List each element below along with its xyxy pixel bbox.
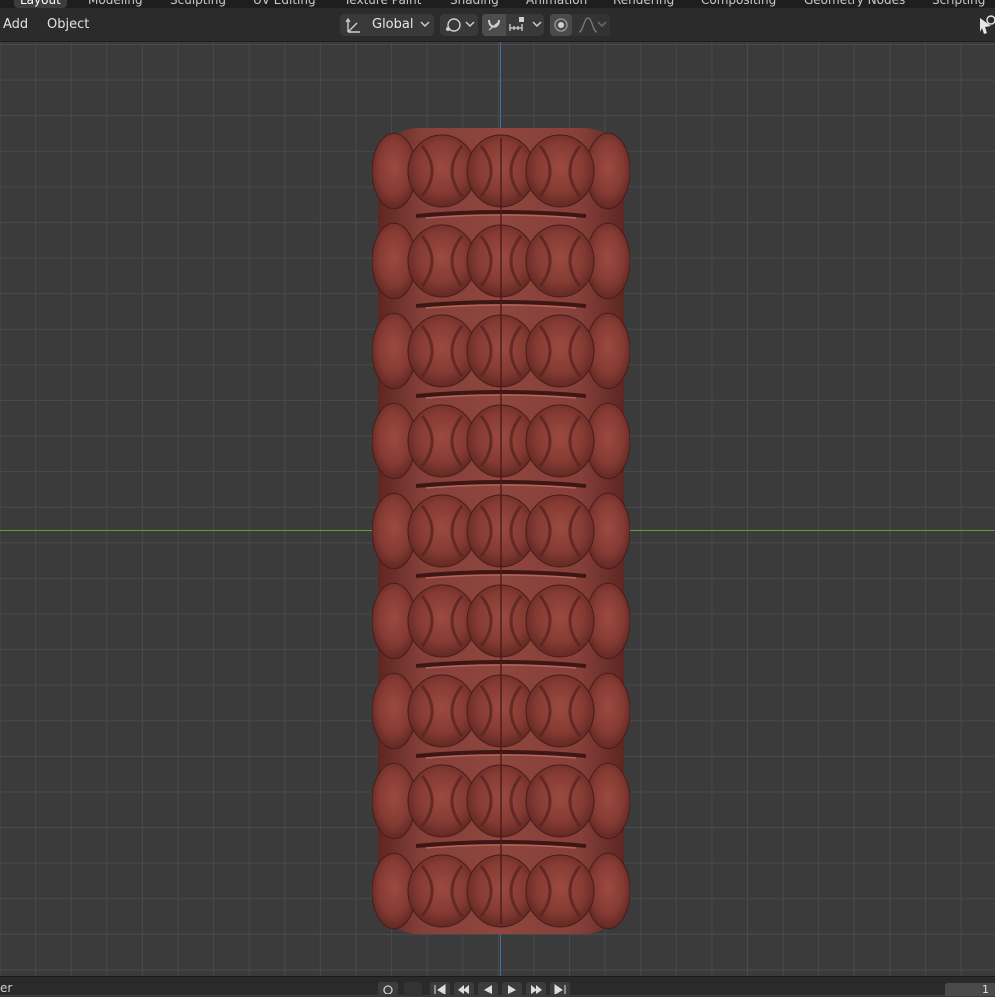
- proportional-editing-icon: [554, 18, 568, 32]
- tab-shading[interactable]: Shading: [444, 0, 505, 8]
- ring-cell: [525, 134, 595, 208]
- ring-cell: [525, 224, 595, 298]
- falloff-curve-icon[interactable]: [577, 16, 599, 34]
- transform-axes-icon: [345, 17, 360, 33]
- keying-dropdown[interactable]: [404, 982, 422, 996]
- keyframe-auto-button[interactable]: [378, 982, 398, 996]
- menu-object[interactable]: Object: [47, 17, 89, 32]
- tab-uv-editing[interactable]: UV Editing: [247, 0, 322, 8]
- workspace-tabs: Layout Modeling Sculpting UV Editing Tex…: [0, 0, 995, 8]
- transform-orientation-dropdown[interactable]: Global: [340, 14, 434, 36]
- jump-end-button[interactable]: [550, 982, 570, 996]
- prev-keyframe-icon: [458, 985, 469, 994]
- tab-geometry-nodes[interactable]: Geometry Nodes: [798, 0, 911, 8]
- play-reverse-button[interactable]: [478, 982, 498, 996]
- magnet-icon: [488, 19, 500, 31]
- ring-cell: [525, 494, 595, 568]
- play-icon: [508, 985, 516, 994]
- tab-animation[interactable]: Animation: [520, 0, 593, 8]
- next-keyframe-icon: [531, 985, 542, 994]
- menu-add[interactable]: Add: [3, 17, 28, 32]
- jump-start-button[interactable]: [430, 982, 450, 996]
- proportional-editing-group: [550, 14, 610, 36]
- play-button[interactable]: [502, 982, 522, 996]
- snapping-group: [482, 14, 544, 36]
- ring-cell: [407, 494, 477, 568]
- snap-toggle[interactable]: [482, 14, 506, 36]
- ring-cell: [407, 674, 477, 748]
- record-icon: [383, 985, 393, 994]
- viewport-header: Add Object Global: [0, 8, 995, 42]
- chevron-down-icon[interactable]: [532, 19, 542, 29]
- tab-sculpting[interactable]: Sculpting: [164, 0, 232, 8]
- ring-cell: [525, 854, 595, 928]
- play-reverse-icon: [484, 985, 492, 994]
- tab-layout[interactable]: Layout: [14, 0, 67, 8]
- sculpted-ring-object[interactable]: [372, 118, 630, 944]
- pivot-icon: [446, 18, 461, 32]
- ring-cell: [525, 314, 595, 388]
- transform-orientation-label: Global: [372, 17, 414, 32]
- timeline-bar: er 1: [0, 976, 995, 996]
- ring-cell: [525, 674, 595, 748]
- ring-cell: [525, 404, 595, 478]
- ring-cell: [407, 584, 477, 658]
- ring-cell: [407, 404, 477, 478]
- prev-keyframe-button[interactable]: [454, 982, 474, 996]
- jump-end-icon: [554, 984, 566, 994]
- pivot-point-dropdown[interactable]: [440, 14, 478, 36]
- current-frame-field[interactable]: 1: [945, 983, 995, 996]
- ring-cell: [407, 314, 477, 388]
- ring-cell: [525, 584, 595, 658]
- tab-rendering[interactable]: Rendering: [607, 0, 680, 8]
- ring-cell: [407, 854, 477, 928]
- chevron-down-icon: [420, 21, 430, 27]
- tab-texture-paint[interactable]: Texture Paint: [338, 0, 427, 8]
- 3d-viewport[interactable]: [0, 42, 995, 976]
- jump-start-icon: [434, 984, 446, 994]
- timeline-label: er: [0, 981, 13, 995]
- visibility-icon[interactable]: [979, 14, 995, 36]
- next-keyframe-button[interactable]: [526, 982, 546, 996]
- tab-compositing[interactable]: Compositing: [695, 0, 782, 8]
- proportional-editing-toggle[interactable]: [550, 14, 572, 36]
- ring-cell: [407, 224, 477, 298]
- ring-cell: [525, 764, 595, 838]
- tab-scripting[interactable]: Scripting: [926, 0, 991, 8]
- ring-cell: [407, 134, 477, 208]
- snap-increment-icon[interactable]: [508, 16, 530, 34]
- chevron-down-icon: [465, 21, 475, 27]
- tab-modeling[interactable]: Modeling: [82, 0, 149, 8]
- chevron-down-icon[interactable]: [597, 19, 607, 29]
- ring-cell: [407, 764, 477, 838]
